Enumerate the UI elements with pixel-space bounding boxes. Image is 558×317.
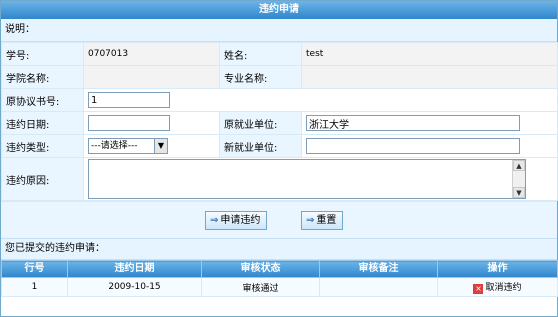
breach-date-cell bbox=[83, 111, 220, 135]
col-action: 操作 bbox=[437, 260, 558, 278]
table-row: 1 2009-10-15 审核通过 × 取消违约 bbox=[1, 277, 558, 297]
cancel-breach-link[interactable]: × 取消违约 bbox=[437, 277, 558, 297]
orig-employer-input[interactable] bbox=[306, 115, 520, 131]
arrow-right-icon: ⇒ bbox=[306, 215, 315, 226]
apply-breach-button[interactable]: ⇒ 申请违约 bbox=[205, 211, 268, 230]
col-date: 违约日期 bbox=[67, 260, 202, 278]
agreement-no-input[interactable] bbox=[88, 92, 170, 108]
row-no: 1 bbox=[1, 277, 68, 297]
scroll-down-icon[interactable]: ▼ bbox=[513, 187, 525, 198]
row-remark bbox=[319, 277, 438, 297]
reason-scrollbar[interactable]: ▲ ▼ bbox=[512, 160, 525, 198]
cancel-breach-label: 取消违约 bbox=[485, 283, 522, 293]
name-label: 姓名: bbox=[219, 42, 302, 66]
orig-employer-label: 原就业单位: bbox=[219, 111, 302, 135]
breach-application-panel: 违约申请 说明： 学号: 0707013 姓名: test 学院名称: 专业名称… bbox=[0, 0, 558, 317]
panel-title: 违约申请 bbox=[1, 1, 557, 19]
student-id-value: 0707013 bbox=[83, 42, 220, 66]
submitted-table: 行号 违约日期 审核状态 审核备注 操作 1 2009-10-15 审核通过 ×… bbox=[1, 260, 558, 297]
reason-cell: ▲ ▼ bbox=[83, 157, 558, 201]
new-employer-label: 新就业单位: bbox=[219, 134, 302, 158]
button-row: ⇒ 申请违约 ⇒ 重置 bbox=[1, 201, 557, 238]
reason-label: 违约原因: bbox=[1, 157, 84, 201]
reset-button[interactable]: ⇒ 重置 bbox=[301, 211, 344, 230]
application-form: 学号: 0707013 姓名: test 学院名称: 专业名称: 原协议书号: … bbox=[1, 42, 558, 201]
col-row-no: 行号 bbox=[1, 260, 68, 278]
reset-label: 重置 bbox=[316, 215, 337, 226]
breach-date-label: 违约日期: bbox=[1, 111, 84, 135]
agreement-no-cell bbox=[83, 88, 558, 112]
chevron-down-icon[interactable]: ▼ bbox=[154, 139, 167, 153]
apply-breach-label: 申请违约 bbox=[220, 215, 261, 226]
row-status: 审核通过 bbox=[201, 277, 320, 297]
reason-textarea[interactable]: ▲ ▼ bbox=[88, 159, 526, 199]
name-value: test bbox=[301, 42, 558, 66]
college-value bbox=[83, 65, 220, 89]
scroll-up-icon[interactable]: ▲ bbox=[513, 160, 525, 171]
orig-employer-cell bbox=[301, 111, 558, 135]
breach-date-input[interactable] bbox=[88, 115, 170, 131]
new-employer-cell bbox=[301, 134, 558, 158]
new-employer-input[interactable] bbox=[306, 138, 520, 154]
breach-type-label: 违约类型: bbox=[1, 134, 84, 158]
breach-type-cell: ---请选择--- ▼ bbox=[83, 134, 220, 158]
arrow-right-icon: ⇒ bbox=[210, 215, 219, 226]
col-remark: 审核备注 bbox=[319, 260, 438, 278]
breach-type-select[interactable]: ---请选择--- ▼ bbox=[88, 138, 168, 154]
note-label: 说明： bbox=[1, 19, 557, 42]
agreement-no-label: 原协议书号: bbox=[1, 88, 84, 112]
submitted-heading: 您已提交的违约申请： bbox=[1, 238, 557, 260]
major-value bbox=[301, 65, 558, 89]
student-id-label: 学号: bbox=[1, 42, 84, 66]
breach-type-selected: ---请选择--- bbox=[91, 141, 138, 151]
college-label: 学院名称: bbox=[1, 65, 84, 89]
major-label: 专业名称: bbox=[219, 65, 302, 89]
row-date: 2009-10-15 bbox=[67, 277, 202, 297]
col-status: 审核状态 bbox=[201, 260, 320, 278]
delete-icon: × bbox=[473, 284, 484, 294]
